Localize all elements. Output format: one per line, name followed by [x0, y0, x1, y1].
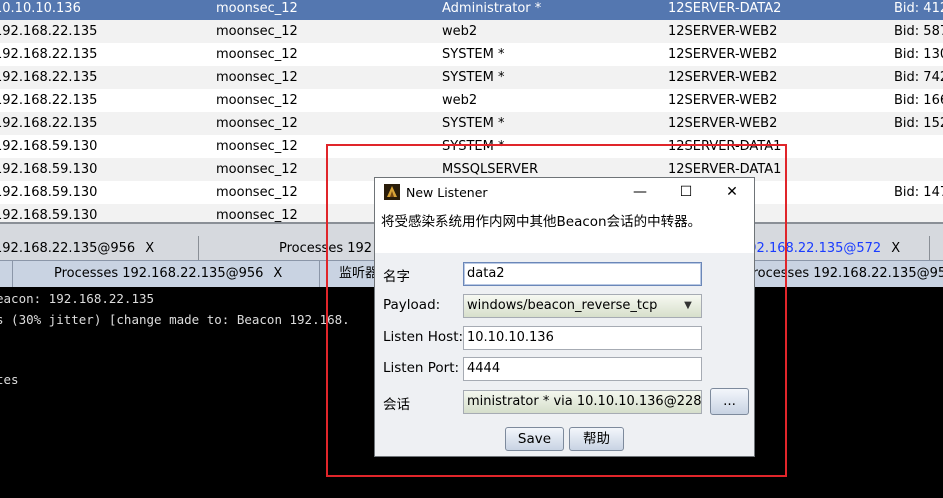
dialog-title: New Listener	[406, 185, 488, 200]
cell-user: web2	[442, 24, 478, 39]
cell-external: 192.168.22.135	[0, 93, 98, 108]
cell-computer: 12SERVER-WEB2	[668, 24, 778, 39]
tab-label: 192.168.22.135@956	[0, 241, 136, 256]
tab-close-icon[interactable]: X	[273, 266, 282, 281]
cell-external: 192.168.22.135	[0, 47, 98, 62]
cell-note: Bid: 166	[894, 93, 943, 108]
tab-label: Processes 192.168.22.135@956	[54, 266, 264, 281]
cell-external: 192.168.22.135	[0, 70, 98, 85]
tab-divider	[929, 236, 930, 261]
cell-user: web2	[442, 93, 478, 108]
table-row[interactable]: 192.168.22.135 moonsec_12 SYSTEM * 12SERVER…	[0, 66, 943, 89]
payload-label: Payload:	[383, 297, 441, 313]
tab-overflow-left[interactable]	[0, 261, 13, 287]
cell-note: Bid: 147	[894, 185, 943, 200]
console-line: s (30% jitter) [change made to: Beacon 1…	[0, 312, 350, 327]
cell-computer: 12SERVER-WEB2	[668, 116, 778, 131]
dialog-description: 将受感染系统用作内网中其他Beacon会话的中转器。	[375, 207, 754, 253]
cell-user-host: moonsec_12	[216, 70, 298, 85]
name-label: 名字	[383, 269, 410, 285]
tab-session-956[interactable]: 192.168.22.135@956 X	[0, 236, 194, 261]
cell-user: Administrator *	[442, 1, 542, 16]
tab-close-icon[interactable]: X	[145, 241, 154, 256]
tab-divider	[198, 236, 199, 261]
cell-computer: 12SERVER-WEB2	[668, 93, 778, 108]
table-row[interactable]: 10.10.10.136 moonsec_12 Administrator * 12S…	[0, 0, 943, 20]
cell-note: Bid: 152	[894, 116, 943, 131]
app-icon	[384, 184, 400, 200]
tab-close-icon[interactable]: X	[891, 241, 900, 256]
payload-selected-value: windows/beacon_reverse_tcp	[467, 298, 658, 313]
listen-host-input[interactable]: 10.10.10.136	[463, 326, 702, 350]
cell-user-host: moonsec_12	[216, 24, 298, 39]
cell-note: Bid: 742	[894, 70, 943, 85]
cell-user-host: moonsec_12	[216, 93, 298, 108]
help-button[interactable]: 帮助	[569, 427, 624, 451]
cell-user-host: moonsec_12	[216, 47, 298, 62]
payload-select[interactable]: windows/beacon_reverse_tcp ▼	[463, 294, 702, 318]
console-line: eacon: 192.168.22.135	[0, 291, 155, 306]
cell-note: Bid: 587	[894, 24, 943, 39]
dialog-titlebar[interactable]: New Listener — ☐ ✕	[375, 178, 754, 207]
save-button[interactable]: Save	[505, 427, 564, 451]
maximize-icon[interactable]: ☐	[663, 178, 709, 207]
listen-host-label: Listen Host:	[383, 329, 464, 345]
browse-session-button[interactable]: ...	[710, 388, 749, 415]
session-label: 会话	[383, 397, 410, 413]
listen-port-label: Listen Port:	[383, 360, 460, 376]
cell-user: SYSTEM *	[442, 116, 505, 131]
table-row[interactable]: 192.168.22.135 moonsec_12 SYSTEM * 12SERVER…	[0, 43, 943, 66]
chevron-down-icon[interactable]: ▼	[679, 295, 697, 317]
cell-external: 192.168.59.130	[0, 208, 98, 222]
cell-external: 192.168.59.130	[0, 139, 98, 154]
cell-note: Bid: 412	[894, 1, 943, 16]
cell-external: 192.168.59.130	[0, 185, 98, 200]
cell-external: 192.168.22.135	[0, 116, 98, 131]
cell-user-host: moonsec_12	[216, 116, 298, 131]
cell-computer: 12SERVER-WEB2	[668, 70, 778, 85]
cell-computer: 12SERVER-DATA2	[668, 1, 782, 16]
table-row[interactable]: 192.168.22.135 moonsec_12 web2 12SERVER-WEB…	[0, 89, 943, 112]
cell-user: SYSTEM *	[442, 47, 505, 62]
listen-port-input[interactable]: 4444	[463, 357, 702, 381]
cell-computer: 12SERVER-WEB2	[668, 47, 778, 62]
cell-note: Bid: 130	[894, 47, 943, 62]
tab-processes-956[interactable]: Processes 192.168.22.135@956 X	[13, 261, 320, 287]
session-field: ministrator * via 10.10.10.136@2280	[463, 390, 702, 414]
console-line: tes	[0, 372, 19, 387]
close-icon[interactable]: ✕	[709, 178, 755, 207]
minimize-icon[interactable]: —	[617, 178, 663, 207]
cell-external: 192.168.22.135	[0, 24, 98, 39]
table-row[interactable]: 192.168.22.135 moonsec_12 SYSTEM * 12SERVER…	[0, 112, 943, 135]
cell-user: SYSTEM *	[442, 70, 505, 85]
new-listener-dialog: New Listener — ☐ ✕ 将受感染系统用作内网中其他Beacon会话…	[374, 177, 755, 457]
cell-external: 10.10.10.136	[0, 1, 81, 16]
table-row[interactable]: 192.168.22.135 moonsec_12 web2 12SERVER-WEB…	[0, 20, 943, 43]
cell-user-host: moonsec_12	[216, 1, 298, 16]
name-input[interactable]: data2	[463, 262, 702, 286]
cell-external: 192.168.59.130	[0, 162, 98, 177]
